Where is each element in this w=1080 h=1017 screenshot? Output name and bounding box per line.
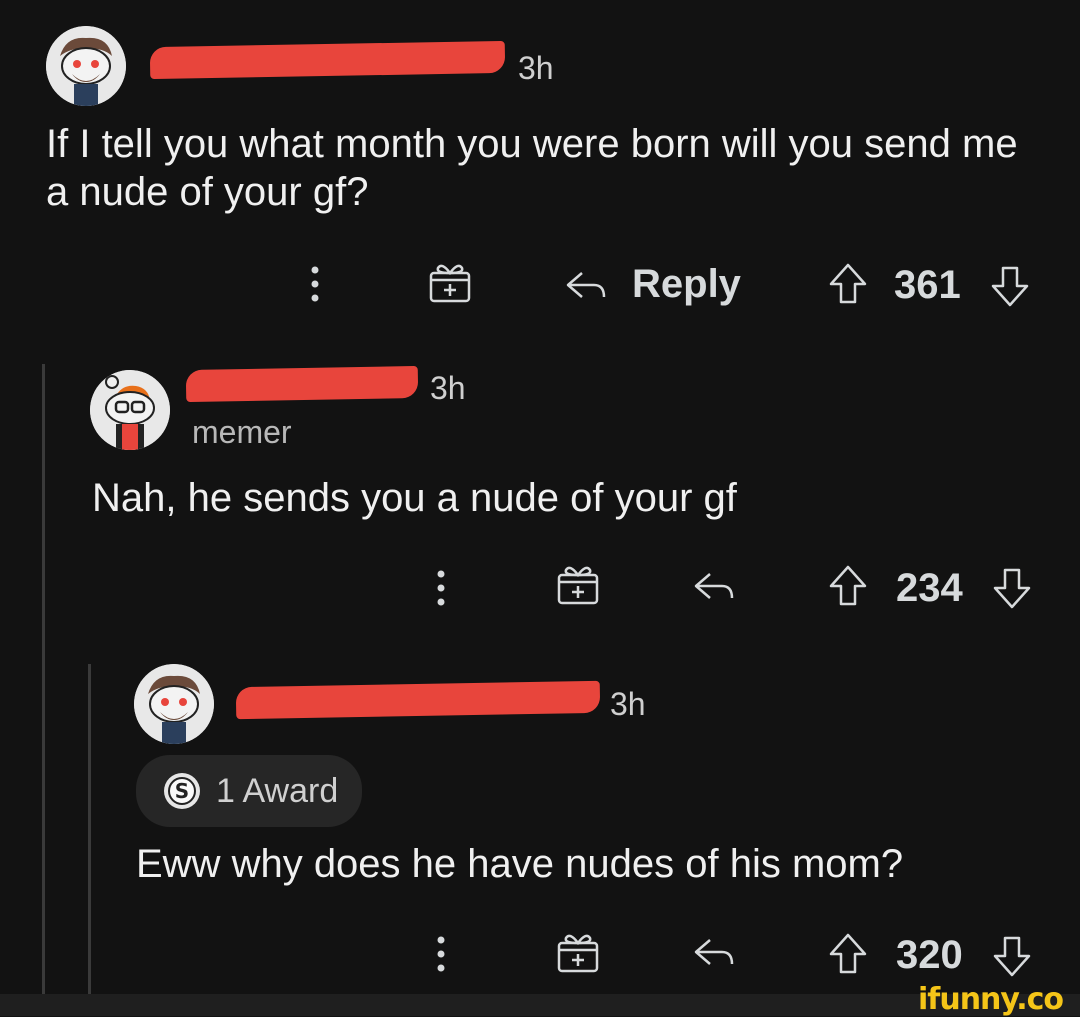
more-vertical-icon	[437, 936, 445, 972]
comment-time: 3h	[518, 50, 554, 86]
more-vertical-icon	[311, 266, 319, 302]
gift-icon	[557, 566, 599, 605]
upvote-button[interactable]	[828, 564, 868, 608]
snoo-avatar-icon	[46, 26, 126, 106]
thread-line[interactable]	[42, 364, 45, 996]
silver-award-icon: S	[164, 773, 200, 809]
reply-button[interactable]: Reply	[564, 262, 741, 307]
vote-score: 234	[896, 566, 963, 610]
give-award-button[interactable]	[556, 562, 600, 606]
comment-body: Nah, he sends you a nude of your gf	[92, 476, 737, 520]
gift-icon	[429, 264, 471, 303]
downvote-arrow-icon	[993, 936, 1031, 977]
redacted-username	[185, 365, 419, 403]
snoo-avatar-icon	[134, 664, 214, 744]
downvote-button[interactable]	[992, 566, 1032, 610]
comment-time: 3h	[610, 686, 646, 722]
user-flair: memer	[192, 414, 292, 450]
reply-button[interactable]	[692, 566, 736, 606]
upvote-arrow-icon	[829, 933, 867, 974]
comment-body: Eww why does he have nudes of his mom?	[136, 842, 904, 886]
reply-arrow-icon	[694, 573, 734, 599]
give-award-button[interactable]	[556, 930, 600, 974]
vote-score: 361	[894, 263, 961, 307]
redacted-username	[149, 40, 506, 80]
redacted-username	[235, 680, 601, 720]
comment-body: If I tell you what month you were born w…	[46, 122, 1018, 214]
more-options-button[interactable]	[300, 264, 330, 304]
give-award-button[interactable]	[428, 260, 472, 304]
reply-button[interactable]	[692, 932, 736, 972]
snoo-avatar-icon	[90, 370, 170, 450]
thread-line[interactable]	[88, 664, 91, 996]
reply-arrow-icon	[566, 271, 606, 298]
upvote-arrow-icon	[829, 565, 867, 606]
upvote-button[interactable]	[828, 932, 868, 976]
comment-time: 3h	[430, 370, 466, 406]
gift-icon	[557, 934, 599, 973]
more-options-button[interactable]	[426, 568, 456, 608]
upvote-arrow-icon	[829, 263, 867, 304]
more-vertical-icon	[437, 570, 445, 606]
svg-text:S: S	[175, 779, 189, 803]
award-label: 1 Award	[216, 771, 339, 810]
more-options-button[interactable]	[426, 934, 456, 974]
reply-label: Reply	[632, 262, 741, 306]
user-avatar[interactable]	[134, 664, 214, 744]
award-badge[interactable]: S 1 Award	[136, 755, 363, 827]
upvote-button[interactable]	[828, 262, 868, 306]
user-avatar[interactable]	[90, 370, 170, 450]
ifunny-watermark: ifunny.co	[918, 982, 1064, 1017]
downvote-button[interactable]	[992, 934, 1032, 978]
user-avatar[interactable]	[46, 26, 126, 106]
vote-score: 320	[896, 933, 963, 977]
downvote-button[interactable]	[990, 264, 1030, 308]
downvote-arrow-icon	[991, 266, 1029, 307]
reply-arrow-icon	[694, 939, 734, 965]
downvote-arrow-icon	[993, 568, 1031, 609]
